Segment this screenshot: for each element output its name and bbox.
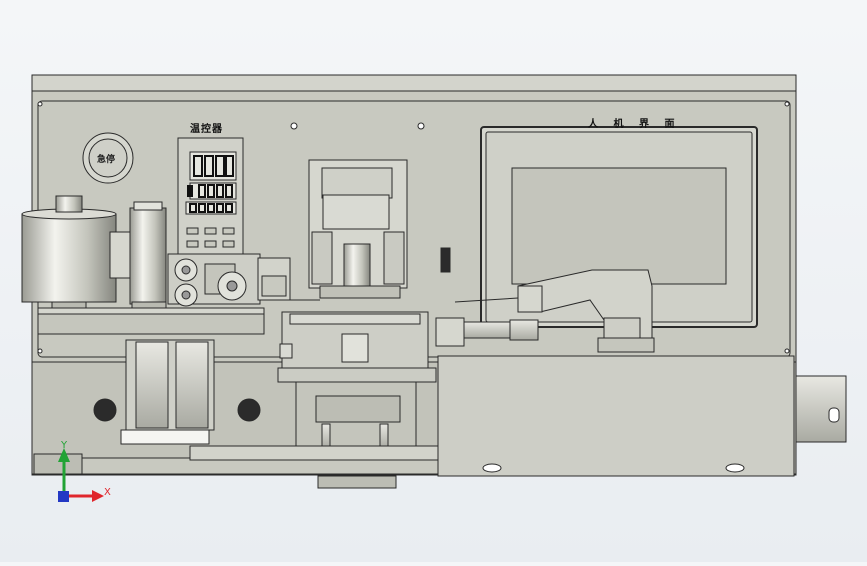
temp-key[interactable] xyxy=(186,227,199,235)
needle-foot xyxy=(597,337,655,353)
rail-hole xyxy=(828,407,840,423)
stage-knob[interactable] xyxy=(341,333,369,363)
roller-cap xyxy=(133,201,163,211)
cabinet-slot xyxy=(725,463,745,473)
hmi-label: 人 机 界 面 xyxy=(588,119,681,130)
center-base xyxy=(277,367,437,383)
temp-key[interactable] xyxy=(222,240,235,248)
spool-cylinder xyxy=(21,213,117,303)
temp-key[interactable] xyxy=(204,227,217,235)
press-rod xyxy=(343,243,371,287)
mount-hole xyxy=(37,101,43,107)
cad-canvas xyxy=(21,74,847,502)
temp-indicator xyxy=(187,185,193,197)
mount-hole xyxy=(784,101,790,107)
mount-hole xyxy=(37,348,43,354)
temp-controller-label: 温控器 xyxy=(190,124,223,135)
slide-foot xyxy=(120,429,210,445)
panel-top-band xyxy=(31,74,797,92)
floor-strip xyxy=(189,445,439,461)
press-base xyxy=(319,285,401,299)
mount-hole xyxy=(417,122,425,130)
machine-drawing: 人 机 界 面 温控器 急停 Y X xyxy=(0,0,867,562)
press-guide xyxy=(311,231,333,285)
xy-stage-top xyxy=(289,313,421,325)
needle-post xyxy=(603,317,641,341)
bottom-hub xyxy=(317,475,397,489)
access-hole xyxy=(237,398,261,422)
roller-bracket xyxy=(109,231,131,279)
hmi-screen[interactable] xyxy=(511,167,727,285)
press-head xyxy=(321,167,393,199)
base-plate-top xyxy=(37,307,265,315)
micrometer-thimble[interactable] xyxy=(509,319,539,341)
access-hole xyxy=(93,398,117,422)
floor-block xyxy=(33,453,83,475)
slide-column xyxy=(175,341,209,429)
temp-key[interactable] xyxy=(186,240,199,248)
axis-y-label: Y xyxy=(61,440,68,451)
base-plate xyxy=(37,311,265,335)
right-cabinet xyxy=(437,355,795,477)
spool-hub xyxy=(55,195,83,213)
cabinet-slot xyxy=(482,463,502,473)
temp-key[interactable] xyxy=(204,240,217,248)
mount-hole xyxy=(784,348,790,354)
temp-key[interactable] xyxy=(222,227,235,235)
mount-hole xyxy=(290,122,298,130)
guide-rod xyxy=(379,423,389,449)
guide-rod xyxy=(321,423,331,449)
vertical-roller xyxy=(129,207,167,305)
sensor xyxy=(440,247,451,273)
axis-x-label: X xyxy=(104,487,111,498)
stage-screw[interactable] xyxy=(279,343,293,359)
side-rail xyxy=(795,375,847,443)
micrometer-holder xyxy=(435,317,465,347)
feed-guide-tip xyxy=(261,275,287,297)
press-block xyxy=(322,194,390,230)
needle-block xyxy=(517,285,543,313)
center-post-slot xyxy=(315,395,401,423)
estop-label: 急停 xyxy=(97,155,116,165)
press-guide xyxy=(383,231,405,285)
micrometer-sleeve xyxy=(463,321,511,339)
slide-column xyxy=(135,341,169,429)
